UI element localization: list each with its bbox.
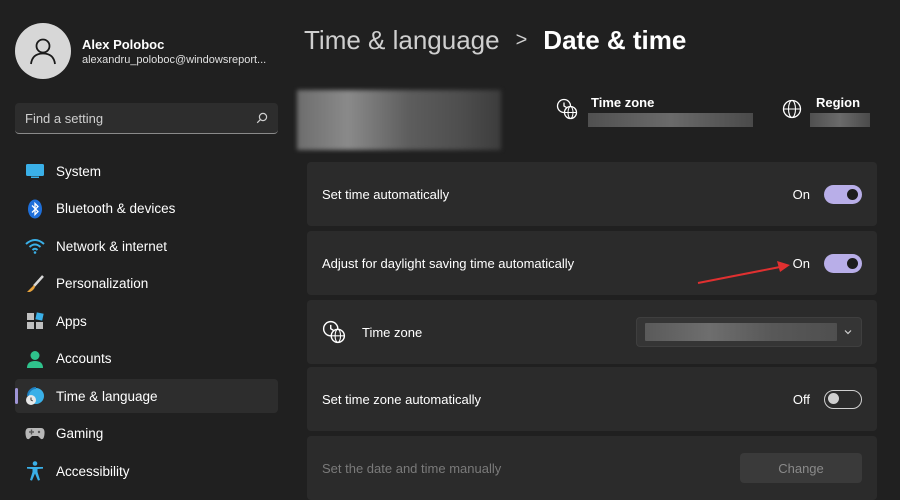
sidebar-item-label: Bluetooth & devices	[56, 201, 176, 216]
accessibility-icon	[24, 460, 46, 482]
clock-globe-icon	[24, 385, 46, 407]
sidebar-item-system[interactable]: System	[15, 154, 278, 188]
time-zone-dropdown[interactable]	[636, 317, 862, 347]
toggle-state-text: On	[792, 186, 810, 202]
wifi-icon	[24, 235, 46, 257]
sidebar-item-label: Time & language	[56, 388, 158, 404]
change-button[interactable]: Change	[740, 453, 862, 483]
blurred-region-value	[810, 113, 870, 127]
sidebar-item-network[interactable]: Network & internet	[15, 229, 278, 263]
page-title: Date & time	[543, 25, 687, 55]
sidebar-item-gaming[interactable]: Gaming	[15, 417, 278, 451]
set-time-automatically-card: Set time automatically On	[307, 162, 877, 226]
brush-icon	[24, 273, 46, 295]
accounts-icon	[24, 348, 46, 370]
search-icon[interactable]	[256, 112, 268, 124]
blurred-date-time-preview	[297, 90, 501, 150]
time-zone-icon	[322, 320, 346, 344]
header-region-label: Region	[816, 95, 861, 110]
sidebar-item-label: Accessibility	[56, 463, 130, 479]
gamepad-icon	[24, 423, 46, 445]
time-zone-icon	[556, 98, 578, 120]
sidebar-item-label: Personalization	[56, 276, 149, 291]
sidebar-item-label: System	[56, 163, 102, 179]
user-email: alexandru_poloboc@windowsreport...	[82, 54, 267, 66]
time-zone-card: Time zone	[307, 300, 877, 364]
toggle-state-text: Off	[792, 391, 810, 407]
toggle-knob	[847, 257, 858, 269]
set-date-time-manually-label: Set the date and time manually	[322, 460, 502, 476]
person-icon	[30, 38, 56, 65]
sidebar-nav: System Bluetooth & devices Network & int…	[15, 154, 278, 492]
apps-icon	[24, 310, 46, 332]
bluetooth-icon	[24, 198, 46, 220]
sidebar-item-time-language[interactable]: Time & language	[15, 379, 278, 413]
time-zone-label: Time zone	[362, 324, 423, 340]
chevron-down-icon	[844, 330, 852, 335]
sidebar-item-bluetooth[interactable]: Bluetooth & devices	[15, 192, 278, 226]
breadcrumb-parent-link[interactable]: Time & language	[304, 25, 500, 56]
blurred-time-zone-selection	[645, 323, 837, 341]
sidebar-item-apps[interactable]: Apps	[15, 304, 278, 338]
set-time-zone-automatically-label: Set time zone automatically	[322, 391, 481, 407]
set-date-time-manually-card: Set the date and time manually Change	[307, 436, 877, 500]
toggle-knob	[828, 393, 839, 404]
system-icon	[24, 160, 46, 182]
avatar[interactable]	[15, 23, 71, 79]
search-box[interactable]	[15, 103, 278, 134]
user-name: Alex Poloboc	[82, 37, 165, 52]
sidebar-item-label: Accounts	[56, 351, 112, 366]
globe-icon	[782, 99, 802, 119]
sidebar-item-personalization[interactable]: Personalization	[15, 267, 278, 301]
header-time-zone-label: Time zone	[591, 95, 655, 110]
daylight-saving-card: Adjust for daylight saving time automati…	[307, 231, 877, 295]
sidebar-item-accessibility[interactable]: Accessibility	[15, 454, 278, 488]
breadcrumb: Time & language > Date & time	[304, 25, 686, 56]
set-time-automatically-toggle[interactable]	[824, 184, 862, 204]
toggle-knob	[847, 188, 858, 200]
breadcrumb-separator: >	[515, 29, 528, 51]
toggle-state-text: On	[792, 255, 810, 271]
sidebar-item-label: Apps	[56, 313, 87, 329]
set-time-zone-automatically-toggle[interactable]	[824, 389, 862, 409]
daylight-saving-toggle[interactable]	[824, 253, 862, 273]
set-time-zone-automatically-card: Set time zone automatically Off	[307, 367, 877, 431]
search-input[interactable]	[25, 110, 256, 126]
daylight-saving-label: Adjust for daylight saving time automati…	[322, 255, 575, 271]
sidebar-item-label: Network & internet	[56, 238, 168, 254]
set-time-automatically-label: Set time automatically	[322, 186, 450, 202]
sidebar-item-accounts[interactable]: Accounts	[15, 342, 278, 376]
blurred-time-zone-value	[588, 113, 753, 127]
sidebar-item-label: Gaming	[56, 426, 104, 441]
